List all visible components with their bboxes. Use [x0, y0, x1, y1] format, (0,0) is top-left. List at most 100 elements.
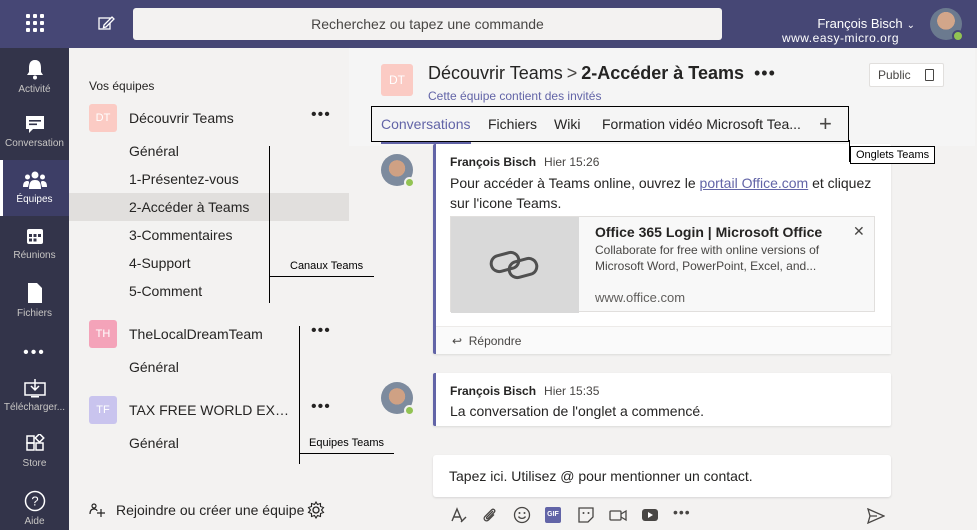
link-preview-image	[451, 217, 579, 313]
message-card: François Bisch Hier 15:26 Pour accéder à …	[433, 144, 891, 354]
section-title: Vos équipes	[89, 79, 155, 93]
chat-icon	[25, 116, 44, 133]
send-icon[interactable]	[867, 508, 885, 524]
rail-item-store[interactable]: Store	[0, 424, 69, 480]
video-icon[interactable]	[641, 506, 659, 524]
tab-files[interactable]: Fichiers	[488, 116, 537, 132]
channel-item[interactable]: Général	[69, 353, 349, 381]
annotation-teams: Equipes Teams	[309, 437, 385, 449]
tab-bar: Conversations Fichiers Wiki Formation vi…	[371, 106, 849, 144]
presence-available-icon	[404, 405, 415, 416]
avatar[interactable]	[381, 154, 415, 188]
rail-item-files[interactable]: Fichiers	[0, 272, 69, 328]
channel-item[interactable]: 3-Commentaires	[69, 221, 349, 249]
svg-text:?: ?	[31, 494, 38, 509]
app-rail: Activité Conversation Équipes Réunions F…	[0, 48, 69, 530]
user-name: François Bisch	[817, 16, 903, 31]
annotation-channels: Canaux Teams	[290, 260, 364, 272]
attach-icon[interactable]	[481, 506, 499, 524]
breadcrumb-channel: 2-Accéder à Teams	[581, 63, 744, 83]
rail-item-label: Équipes	[16, 194, 53, 205]
more-options-icon[interactable]: •••	[311, 322, 331, 340]
rail-item-label: Fichiers	[16, 308, 52, 319]
link-icon	[489, 250, 539, 280]
gear-icon[interactable]	[307, 501, 325, 519]
more-options-icon[interactable]: •••	[311, 106, 331, 124]
bell-icon	[26, 60, 43, 80]
message-text: La conversation de l'onglet a commencé.	[450, 403, 705, 419]
annotation-line	[269, 276, 374, 277]
app-launcher-icon[interactable]	[26, 14, 44, 32]
avatar[interactable]	[381, 382, 415, 416]
annotation-line	[299, 326, 300, 464]
sticker-icon[interactable]	[577, 506, 595, 524]
new-chat-icon[interactable]	[96, 13, 116, 33]
breadcrumb-separator: >	[566, 63, 578, 83]
breadcrumb: Découvrir Teams >2-Accéder à Teams •••	[428, 63, 776, 84]
more-apps-icon[interactable]: •••	[0, 344, 69, 362]
user-site: www.easy-micro.org	[781, 31, 899, 45]
tab-video-training[interactable]: Formation vidéo Microsoft Tea...	[602, 116, 801, 132]
file-icon	[27, 283, 42, 303]
rail-item-meetings[interactable]: Réunions	[0, 216, 69, 272]
reply-button[interactable]: ↩ Répondre	[436, 326, 891, 354]
team-item-thelocaldreamteam[interactable]: TH TheLocalDreamTeam •••	[69, 316, 349, 352]
user-menu[interactable]: François Bisch ⌄	[817, 16, 915, 31]
rail-item-activity[interactable]: Activité	[0, 48, 69, 104]
rail-item-label: Conversation	[5, 138, 64, 149]
presence-available-icon	[952, 30, 964, 42]
store-icon	[25, 434, 45, 451]
compose-input[interactable]: Tapez ici. Utilisez @ pour mentionner un…	[433, 455, 891, 497]
link-preview-title: Office 365 Login | Microsoft Office	[595, 224, 823, 240]
tab-conversations[interactable]: Conversations	[381, 116, 471, 144]
close-icon[interactable]: ✕	[853, 223, 865, 240]
message-card: François Bisch Hier 15:35 La conversation…	[433, 373, 891, 426]
channel-item[interactable]: 1-Présentez-vous	[69, 165, 349, 193]
gif-icon[interactable]: GIF	[545, 507, 561, 523]
team-avatar: TH	[89, 320, 117, 348]
channel-item[interactable]: Général	[69, 137, 349, 165]
join-team-label: Rejoindre ou créer une équipe	[116, 502, 305, 518]
reply-icon: ↩	[452, 334, 463, 348]
message-time: Hier 15:35	[544, 384, 600, 398]
team-item-taxfree[interactable]: TF TAX FREE WORLD EXHIBI... •••	[69, 392, 349, 428]
format-icon[interactable]	[449, 506, 467, 524]
reply-label: Répondre	[468, 334, 522, 348]
guests-note: Cette équipe contient des invités	[428, 89, 602, 103]
team-avatar: DT	[89, 104, 117, 132]
public-label: Public	[878, 68, 911, 82]
presence-available-icon	[404, 177, 415, 188]
message-author[interactable]: François Bisch	[450, 155, 536, 169]
calendar-icon	[26, 229, 43, 244]
avatar[interactable]	[930, 8, 964, 42]
channel-item[interactable]: 5-Comment	[69, 277, 349, 305]
search-input[interactable]: Recherchez ou tapez une commande	[133, 8, 722, 40]
message-time: Hier 15:26	[544, 155, 600, 169]
team-item-decouvrir[interactable]: DT Découvrir Teams •••	[69, 100, 349, 136]
tab-wiki[interactable]: Wiki	[554, 116, 580, 132]
more-options-icon[interactable]: •••	[673, 504, 691, 522]
channel-view: DT Découvrir Teams >2-Accéder à Teams ••• …	[349, 48, 975, 530]
message-author[interactable]: François Bisch	[450, 384, 536, 398]
meet-now-icon[interactable]	[609, 506, 627, 524]
channel-item-selected[interactable]: 2-Accéder à Teams	[69, 193, 349, 221]
breadcrumb-team[interactable]: Découvrir Teams	[428, 63, 563, 83]
teams-icon	[22, 171, 47, 189]
link-preview-card[interactable]: Office 365 Login | Microsoft Office Coll…	[450, 216, 875, 313]
rail-item-teams[interactable]: Équipes	[0, 160, 69, 216]
emoji-icon[interactable]	[513, 506, 531, 524]
add-tab-icon[interactable]: +	[819, 111, 832, 137]
channel-header: DT Découvrir Teams >2-Accéder à Teams ••• …	[349, 48, 975, 146]
rail-item-label: Réunions	[13, 250, 56, 261]
team-name: TheLocalDreamTeam	[129, 326, 263, 342]
more-options-icon[interactable]: •••	[311, 398, 331, 416]
more-options-icon[interactable]: •••	[754, 63, 776, 83]
help-icon: ?	[24, 490, 45, 512]
team-name: Découvrir Teams	[129, 110, 234, 126]
rail-item-download[interactable]: Télécharger...	[0, 368, 69, 424]
public-badge[interactable]: Public	[869, 63, 944, 87]
rail-item-chat[interactable]: Conversation	[0, 104, 69, 160]
rail-item-label: Activité	[18, 84, 51, 95]
rail-item-help[interactable]: ? Aide	[0, 480, 69, 530]
message-link[interactable]: portail Office.com	[700, 175, 809, 191]
